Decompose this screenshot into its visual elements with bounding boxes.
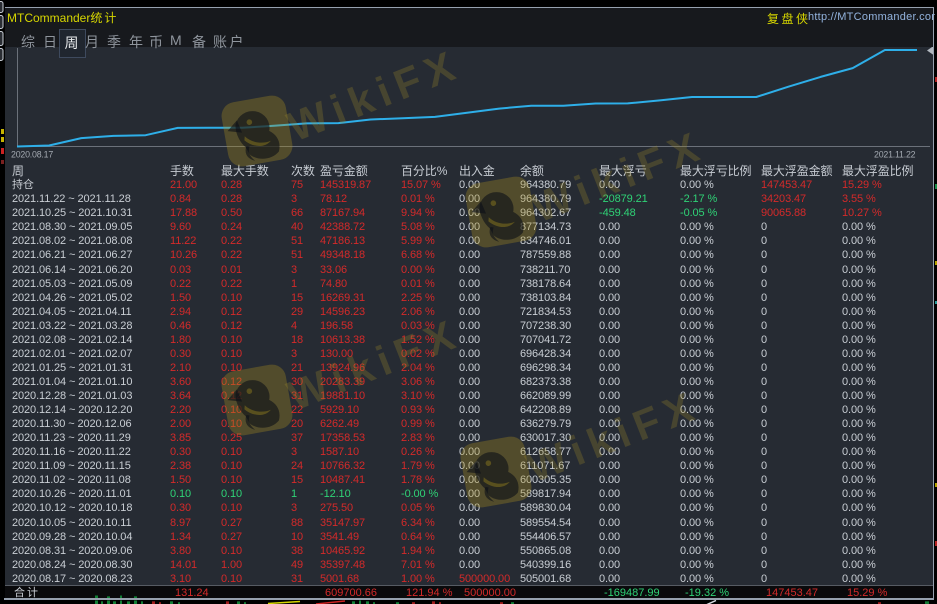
svg-text:2021.11.22: 2021.11.22: [874, 150, 916, 160]
svg-text:2020.08.17: 2020.08.17: [11, 150, 53, 160]
